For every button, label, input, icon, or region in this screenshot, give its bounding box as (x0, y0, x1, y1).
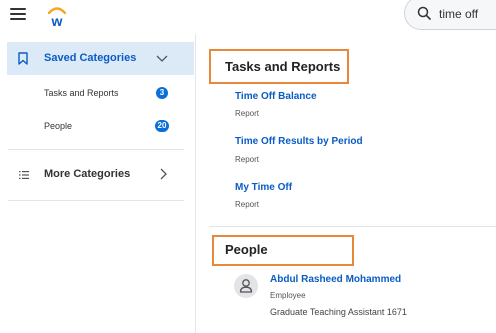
chevron-down-icon[interactable] (156, 54, 168, 64)
tasks-section-title: Tasks and Reports (225, 59, 341, 74)
result-time-off-balance[interactable]: Time Off Balance (235, 91, 317, 102)
person-name-link[interactable]: Abdul Rasheed Mohammed (270, 274, 401, 285)
more-categories-toggle[interactable]: More Categories (7, 160, 187, 190)
category-item-people[interactable]: People (44, 121, 72, 131)
result-type: Report (235, 109, 260, 118)
more-categories-label: More Categories (44, 168, 131, 180)
category-item-tasks-and-reports[interactable]: Tasks and Reports (44, 88, 119, 98)
sidebar-divider (8, 149, 184, 150)
saved-categories-toggle[interactable]: Saved Categories (7, 42, 194, 75)
search-input[interactable]: time off (439, 7, 478, 21)
svg-text:w: w (51, 13, 63, 28)
saved-categories-label: Saved Categories (44, 52, 137, 64)
people-count-badge: 20 (155, 120, 169, 132)
result-my-time-off[interactable]: My Time Off (235, 182, 292, 193)
search-field[interactable]: time off (404, 0, 496, 30)
bookmark-icon (18, 52, 28, 65)
result-type: Report (235, 200, 260, 209)
sidebar-divider (8, 200, 184, 201)
chevron-right-icon[interactable] (159, 168, 167, 180)
search-icon (417, 6, 431, 20)
section-divider (209, 226, 496, 227)
top-bar: w time off (0, 0, 496, 34)
workday-logo-icon[interactable]: w (46, 4, 68, 28)
category-sidebar: Saved Categories Tasks and Reports 3 Peo… (0, 34, 196, 333)
result-type: Report (235, 155, 260, 164)
hamburger-menu-icon[interactable] (10, 8, 26, 22)
search-results: Tasks and Reports Time Off Balance Repor… (197, 34, 496, 333)
person-icon (239, 279, 253, 293)
person-position: Graduate Teaching Assistant 1671 (270, 307, 407, 317)
avatar[interactable] (234, 274, 258, 298)
tasks-count-badge: 3 (156, 87, 168, 99)
list-icon (19, 171, 29, 179)
result-time-off-results-by-period[interactable]: Time Off Results by Period (235, 136, 363, 147)
person-role: Employee (270, 291, 306, 300)
people-section-title: People (225, 242, 268, 257)
